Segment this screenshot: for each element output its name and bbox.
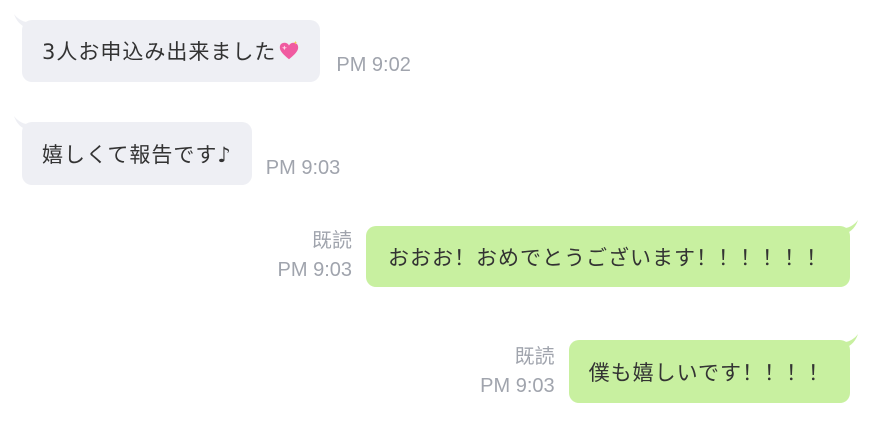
timestamp: PM 9:03 bbox=[480, 375, 555, 397]
message-row-incoming: 3人お申込み出来ました PM 9:02 bbox=[14, 14, 411, 82]
message-meta: 既読 PM 9:03 bbox=[480, 343, 554, 401]
timestamp: PM 9:02 bbox=[336, 54, 411, 76]
message-bubble[interactable]: おおお！おめでとうございます！！！！！！ bbox=[366, 220, 858, 287]
message-text: 僕も嬉しいです！！！！ bbox=[588, 360, 830, 385]
message-row-outgoing: 既読 PM 9:03 おおお！おめでとうございます！！！！！！ bbox=[278, 220, 858, 287]
message-text: 3人お申込み出来ました bbox=[42, 40, 277, 64]
timestamp: PM 9:03 bbox=[277, 259, 352, 281]
message-text: おおお！おめでとうございます！！！！！！ bbox=[388, 245, 828, 270]
bubble-tail-icon bbox=[14, 116, 28, 130]
message-meta: 既読 PM 9:03 bbox=[278, 227, 352, 285]
bubble-tail-icon bbox=[844, 334, 858, 348]
message-bubble[interactable]: 3人お申込み出来ました bbox=[14, 14, 321, 82]
message-row-incoming: 嬉しくて報告です♪ PM 9:03 bbox=[14, 116, 340, 185]
timestamp: PM 9:03 bbox=[265, 157, 341, 179]
message-meta: PM 9:02 bbox=[336, 51, 410, 80]
message-meta: PM 9:03 bbox=[266, 154, 340, 183]
read-receipt: 既読 bbox=[312, 230, 352, 252]
message-row-outgoing: 既読 PM 9:03 僕も嬉しいです！！！！ bbox=[480, 334, 858, 403]
message-text: 嬉しくて報告です♪ bbox=[42, 142, 232, 167]
sparkling-heart-icon bbox=[280, 40, 299, 60]
read-receipt: 既読 bbox=[514, 346, 555, 368]
bubble-tail-icon bbox=[844, 220, 858, 234]
bubble-tail-icon bbox=[14, 14, 28, 28]
message-bubble[interactable]: 僕も嬉しいです！！！！ bbox=[568, 334, 858, 403]
message-bubble[interactable]: 嬉しくて報告です♪ bbox=[14, 116, 252, 185]
